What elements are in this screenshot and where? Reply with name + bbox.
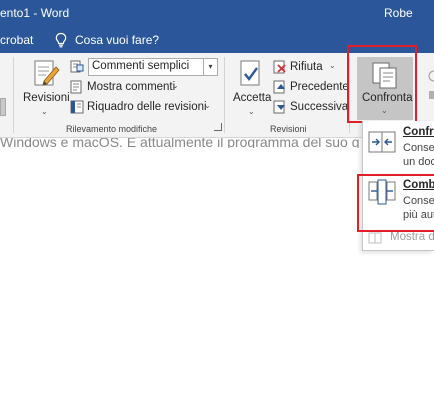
group-separator — [224, 57, 225, 133]
chevron-down-icon[interactable]: ⌄ — [204, 101, 211, 110]
accept-button[interactable]: Accetta — [233, 92, 271, 104]
chevron-down-icon[interactable]: ⌄ — [41, 107, 48, 116]
markup-display-combo[interactable]: Commenti semplici ▾ — [88, 58, 218, 76]
partial-protect-icon — [428, 70, 434, 82]
group-label-tracking: Rilevamento modifiche — [66, 124, 158, 134]
previous-change-button[interactable]: Precedente — [290, 81, 349, 93]
chevron-down-icon[interactable]: ⌄ — [248, 107, 255, 116]
dialog-launcher-icon[interactable] — [214, 123, 222, 131]
user-account-name[interactable]: Robe — [384, 6, 413, 20]
document-text: Windows e macOS. È attualmente il progra… — [0, 138, 360, 148]
accept-icon[interactable] — [238, 59, 264, 89]
tab-acrobat[interactable]: crobat — [0, 33, 33, 47]
partial-label — [429, 91, 434, 99]
next-change-icon — [273, 100, 285, 114]
show-comments-button[interactable]: Mostra commenti — [87, 81, 175, 93]
group-separator — [13, 57, 14, 133]
partial-left-button[interactable] — [0, 98, 6, 116]
group-label-revisions: Revisioni — [270, 124, 307, 134]
track-changes-icon[interactable] — [32, 59, 60, 89]
compare-menu-desc-2: un doc — [403, 156, 434, 168]
compare-icon — [368, 131, 396, 153]
reviewing-pane-button[interactable]: Riquadro delle revisioni — [87, 101, 207, 113]
window-title: ento1 - Word — [0, 6, 70, 20]
previous-change-icon — [273, 80, 285, 94]
title-bar: ento1 - Word Robe — [0, 0, 434, 27]
chevron-down-icon[interactable]: ⌄ — [329, 61, 336, 70]
reject-icon — [273, 60, 286, 74]
tell-me-search[interactable]: Cosa vuoi fare? — [75, 33, 159, 47]
source-documents-icon — [368, 232, 382, 244]
highlight-combine — [357, 174, 434, 232]
reviewing-pane-icon — [70, 100, 84, 114]
highlight-compare — [347, 45, 417, 123]
compare-menu-title: Confro — [403, 126, 434, 138]
markup-combo-value: Commenti semplici — [92, 60, 190, 72]
revisioni-button[interactable]: Revisioni — [23, 92, 70, 104]
show-markup-icon — [70, 80, 82, 94]
chevron-down-icon[interactable]: ▾ — [203, 59, 217, 75]
menu-item-compare[interactable]: Confro Conser un doc — [363, 121, 434, 171]
markup-display-icon — [70, 60, 84, 73]
next-change-button[interactable]: Successiva — [290, 101, 348, 113]
reject-button[interactable]: Rifiuta — [290, 61, 323, 73]
show-source-documents[interactable]: Mostra do — [390, 231, 434, 243]
document-area[interactable]: Windows e macOS. È attualmente il progra… — [0, 138, 360, 148]
lightbulb-icon[interactable] — [54, 32, 68, 48]
compare-menu-desc-1: Conser — [403, 142, 434, 154]
chevron-down-icon[interactable]: ⌄ — [172, 81, 179, 90]
